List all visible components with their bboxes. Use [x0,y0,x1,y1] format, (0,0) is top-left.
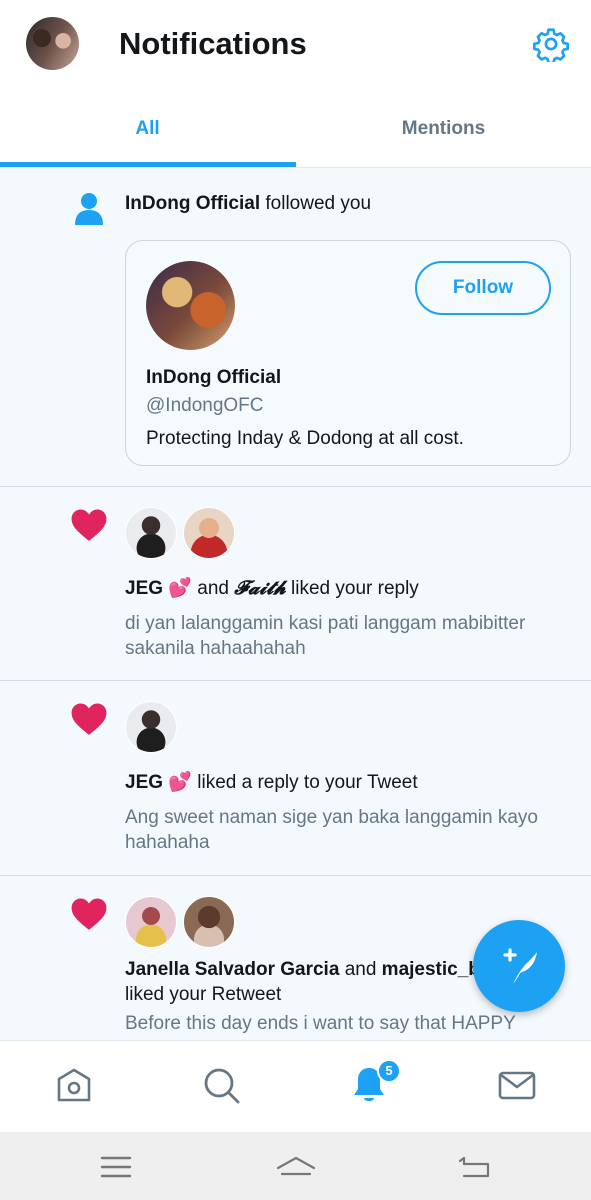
notification-text: JEG 💕 and 𝓕𝓪𝓲𝓽𝓱 liked your reply [125,576,419,600]
action-text: liked your reply [291,578,419,599]
avatar[interactable] [125,507,177,559]
heart-icon [71,509,107,541]
avatar[interactable] [183,896,235,948]
notification-item[interactable]: JEG 💕 and 𝓕𝓪𝓲𝓽𝓱 liked your reply di yan … [0,487,591,681]
gear-icon[interactable] [533,26,569,62]
notification-item[interactable]: JEG 💕 liked a reply to your Tweet Ang sw… [0,681,591,876]
home-icon[interactable] [54,1065,94,1105]
notification-text: JEG 💕 liked a reply to your Tweet [125,770,418,794]
action-text: followed you [265,193,372,214]
user-bio: Protecting Inday & Dodong at all cost. [146,428,464,449]
avatar[interactable] [125,701,177,753]
tweet-text-line: Ang sweet naman sige yan baka langgamin … [125,807,538,828]
bottom-nav: 5 [0,1040,591,1132]
home-icon[interactable] [276,1152,316,1182]
messages-icon[interactable] [497,1065,537,1105]
compose-tweet-icon [503,948,537,984]
compose-tweet-button[interactable] [473,920,565,1012]
active-tab-indicator [0,162,296,167]
user-handle: @IndongOFC [146,395,264,416]
notification-count-badge: 5 [377,1059,401,1083]
tab-all[interactable]: All [0,90,295,168]
connector-text: and [344,959,377,980]
notifications-feed[interactable]: InDong Official followed you Follow InDo… [0,168,591,1040]
emoji: 💕 [168,578,192,599]
actor-name[interactable]: JEG [125,578,163,599]
heart-icon [71,898,107,930]
back-icon[interactable] [456,1152,496,1182]
avatar[interactable] [183,507,235,559]
user-name: InDong Official [146,367,282,388]
system-nav-bar [0,1132,591,1200]
tweet-preview[interactable]: Ang sweet naman sige yan baka langgamin … [125,805,565,855]
user-card[interactable]: Follow InDong Official @IndongOFC Protec… [125,240,571,466]
search-icon[interactable] [201,1065,241,1105]
tweet-preview[interactable]: di yan lalanggamin kasi pati langgam mab… [125,611,565,661]
actor-name[interactable]: 𝓕𝓪𝓲𝓽𝓱 [234,577,286,599]
heart-icon [71,703,107,735]
action-text: liked a reply to your Tweet [197,772,418,793]
top-bar: Notifications [0,0,591,90]
actor-name[interactable]: InDong Official [125,193,260,214]
actor-name[interactable]: JEG [125,772,163,793]
emoji: 💕 [168,772,192,793]
tab-bar: All Mentions [0,90,591,168]
action-text: liked your Retweet [125,984,282,1005]
connector-text: and [197,578,229,599]
notification-text: Janella Salvador Garcia and majestic_b [125,959,480,981]
notification-text: InDong Official followed you [125,193,371,215]
tweet-text-line: di yan lalanggamin kasi pati langgam mab… [125,613,526,634]
page-title: Notifications [119,26,307,61]
actor-name[interactable]: majestic_b [382,959,480,980]
tweet-text-line: sakanila hahaahahah [125,638,306,659]
menu-icon[interactable] [96,1152,136,1182]
notification-item[interactable]: InDong Official followed you Follow InDo… [0,168,591,487]
tweet-text-line: hahahaha [125,832,210,853]
avatar[interactable] [146,261,235,350]
follow-button[interactable]: Follow [415,261,551,315]
actor-name[interactable]: Janella Salvador Garcia [125,959,339,980]
tab-mentions[interactable]: Mentions [296,90,591,168]
tweet-preview[interactable]: Before this day ends i want to say that … [125,1011,565,1036]
avatar[interactable] [125,896,177,948]
profile-avatar[interactable] [26,17,79,70]
person-icon [75,193,103,225]
tweet-text-line: Before this day ends i want to say that … [125,1013,516,1034]
